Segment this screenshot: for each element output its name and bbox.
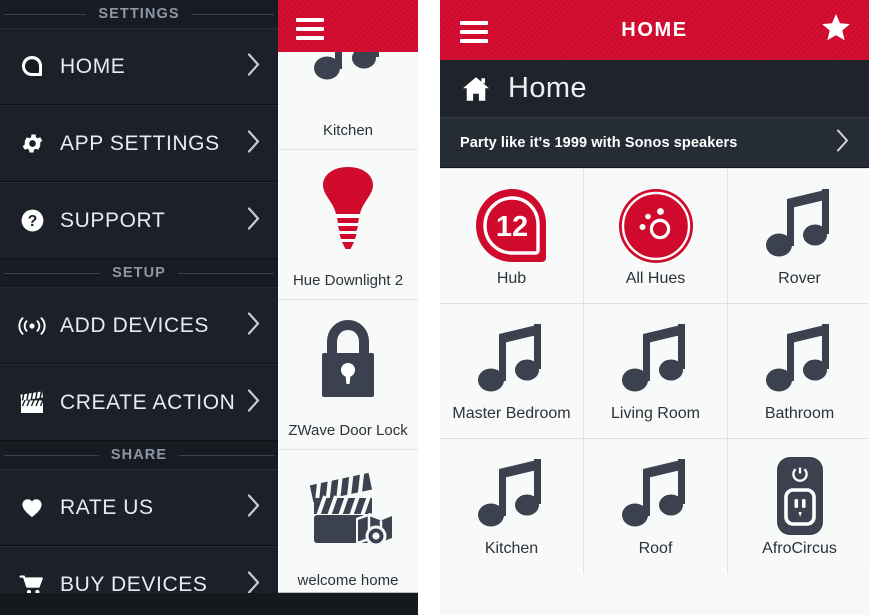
music-note-icon <box>475 319 549 403</box>
heart-icon <box>17 493 47 523</box>
sidebar-item-label: ADD DEVICES <box>60 313 209 337</box>
sidebar-item-label: APP SETTINGS <box>60 131 220 155</box>
location-bar[interactable]: Home <box>440 60 869 117</box>
section-header-setup: SETUP <box>0 259 278 287</box>
settings-sidebar: SETTINGS HOME APP SETTINGS ? SUPPORT SET… <box>0 0 278 615</box>
gear-icon <box>17 129 47 159</box>
section-label-text: SETTINGS <box>86 6 192 22</box>
music-note-icon <box>475 454 549 538</box>
sidebar-item-label: HOME <box>60 54 126 78</box>
list-item-label: welcome home <box>297 572 399 589</box>
light-bulb-icon <box>278 150 418 272</box>
question-circle-icon: ? <box>17 206 47 236</box>
tile-all-hues[interactable]: All Hues <box>584 169 727 303</box>
hamburger-menu-icon[interactable] <box>460 21 488 43</box>
star-icon[interactable] <box>819 11 853 49</box>
list-item-label: Hue Downlight 2 <box>292 272 404 289</box>
tile-label: Rover <box>778 270 821 287</box>
tile-label: Bathroom <box>764 405 835 422</box>
sidebar-item-add-devices[interactable]: ADD DEVICES <box>0 287 278 364</box>
hamburger-menu-icon[interactable] <box>296 18 324 40</box>
app-bar: HOME <box>440 0 869 60</box>
strip-app-bar <box>278 0 418 52</box>
promo-banner[interactable]: Party like it's 1999 with Sonos speakers <box>440 117 869 168</box>
burger-bar <box>460 30 488 34</box>
device-list-strip: Kitchen Hue Downlight 2 ZWave Door Lock … <box>278 0 418 615</box>
house-icon <box>460 74 492 104</box>
chevron-right-icon <box>247 206 260 235</box>
section-header-settings: SETTINGS <box>0 0 278 28</box>
sidebar-item-label: CREATE ACTION <box>60 390 236 414</box>
home-rounded-icon <box>17 52 47 82</box>
smartthings-hub-icon: 12 <box>470 184 554 268</box>
music-note-icon <box>763 319 837 403</box>
section-header-share: SHARE <box>0 441 278 469</box>
padlock-icon <box>278 300 418 422</box>
music-note-icon <box>763 184 837 268</box>
sidebar-item-label: RATE US <box>60 495 154 519</box>
screenshot-gutter <box>418 0 440 615</box>
tile-hub[interactable]: 12 Hub <box>440 169 583 303</box>
section-label-text: SHARE <box>98 447 180 463</box>
chevron-right-icon <box>247 52 260 81</box>
tile-label: Living Room <box>611 405 700 422</box>
burger-bar <box>296 27 324 31</box>
tile-label: Hub <box>496 270 527 287</box>
settings-drawer-screenshot: SETTINGS HOME APP SETTINGS ? SUPPORT SET… <box>0 0 418 615</box>
tile-afrocircus[interactable]: AfroCircus <box>728 439 869 573</box>
strip-bottom-bar <box>278 592 418 615</box>
list-item[interactable]: welcome home <box>278 450 418 600</box>
list-item[interactable]: Hue Downlight 2 <box>278 150 418 300</box>
list-item-label: ZWave Door Lock <box>288 422 408 439</box>
tile-roof[interactable]: Roof <box>584 439 727 573</box>
burger-bar <box>296 18 324 22</box>
chevron-right-icon <box>247 388 260 417</box>
rule-left <box>4 273 106 274</box>
sidebar-item-support[interactable]: ? SUPPORT <box>0 182 278 259</box>
clapperboard-map-icon <box>278 450 418 572</box>
hub-badge-count: 12 <box>495 211 527 243</box>
burger-bar <box>460 21 488 25</box>
sidebar-item-app-settings[interactable]: APP SETTINGS <box>0 105 278 182</box>
music-note-icon <box>619 454 693 538</box>
chevron-right-icon <box>247 493 260 522</box>
broadcast-icon <box>17 311 47 341</box>
sidebar-item-label: SUPPORT <box>60 208 166 232</box>
chevron-right-icon <box>247 311 260 340</box>
sidebar-item-rate-us[interactable]: RATE US <box>0 469 278 546</box>
list-item-label: Kitchen <box>322 122 374 139</box>
smart-plug-icon <box>771 454 829 538</box>
hue-group-icon <box>616 184 696 268</box>
home-screen-screenshot: HOME Home Party like it's 1999 with Sono… <box>440 0 869 615</box>
clapperboard-icon <box>17 388 47 418</box>
tile-label: AfroCircus <box>762 540 837 557</box>
svg-text:?: ? <box>27 213 37 230</box>
tile-label: Kitchen <box>484 540 539 557</box>
chevron-right-icon <box>247 129 260 158</box>
rule-right <box>172 273 274 274</box>
sidebar-item-create-action[interactable]: CREATE ACTION <box>0 364 278 441</box>
chevron-right-icon <box>836 128 849 157</box>
music-note-icon <box>619 319 693 403</box>
tile-rover[interactable]: Rover <box>728 169 869 303</box>
rule-right <box>172 455 274 456</box>
app-bar-title: HOME <box>621 18 688 41</box>
sidebar-bottom-bar <box>0 593 278 615</box>
burger-bar <box>296 36 324 40</box>
tile-label: All Hues <box>625 270 686 287</box>
location-name: Home <box>508 72 587 104</box>
device-tile-grid: 12 Hub All Hues Rover Master Bedroom Liv… <box>440 168 869 573</box>
tile-label: Master Bedroom <box>452 405 571 422</box>
list-item[interactable]: ZWave Door Lock <box>278 300 418 450</box>
burger-bar <box>460 39 488 43</box>
sidebar-item-home[interactable]: HOME <box>0 28 278 105</box>
tile-kitchen[interactable]: Kitchen <box>440 439 583 573</box>
promo-text: Party like it's 1999 with Sonos speakers <box>460 134 738 151</box>
section-label-text: SETUP <box>100 265 178 281</box>
tile-master-bedroom[interactable]: Master Bedroom <box>440 304 583 438</box>
tile-living-room[interactable]: Living Room <box>584 304 727 438</box>
tile-bathroom[interactable]: Bathroom <box>728 304 869 438</box>
rule-left <box>4 455 106 456</box>
tile-label: Roof <box>638 540 673 557</box>
